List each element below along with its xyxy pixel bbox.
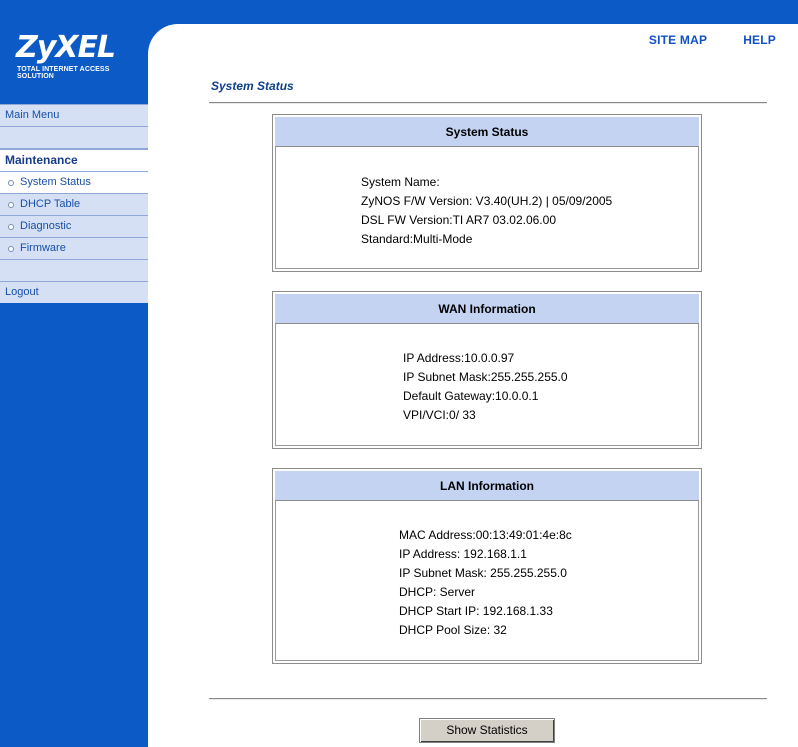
wan-gateway-line: Default Gateway:10.0.0.1 [403, 389, 539, 403]
sidebar-item-label: Main Menu [5, 109, 60, 121]
wan-vpi-vci-line: VPI/VCI:0/ 33 [403, 408, 476, 422]
lan-ip-line: IP Address: 192.168.1.1 [399, 547, 527, 561]
sidebar-item-main-menu[interactable]: Main Menu [0, 104, 148, 126]
divider [209, 698, 767, 700]
wan-subnet-line: IP Subnet Mask:255.255.255.0 [403, 370, 568, 384]
sidebar-item-label: DHCP Table [20, 198, 81, 210]
wan-information-panel: WAN Information IP Address:10.0.0.97 IP … [272, 291, 702, 449]
dsl-version-line: DSL FW Version:TI AR7 03.02.06.00 [361, 213, 556, 227]
top-bar [0, 0, 798, 24]
sidebar-section-label: Maintenance [5, 153, 78, 167]
logo-wordmark: ZyXEL [16, 30, 116, 65]
lan-subnet-line: IP Subnet Mask: 255.255.255.0 [399, 566, 567, 580]
sidebar-item-label: System Status [20, 176, 91, 188]
standard-line: Standard:Multi-Mode [361, 232, 473, 246]
show-statistics-button[interactable]: Show Statistics [419, 718, 555, 743]
divider [209, 102, 767, 104]
sidebar-item-label: Diagnostic [20, 220, 72, 232]
bullet-icon [8, 180, 14, 186]
sidebar-item-diagnostic[interactable]: Diagnostic [0, 215, 148, 237]
page-title: System Status [211, 79, 294, 93]
panel-title: WAN Information [275, 294, 699, 324]
panel-title: System Status [275, 117, 699, 147]
sidebar-spacer [0, 126, 148, 148]
logo-tagline: TOTAL INTERNET ACCESS SOLUTION [17, 66, 110, 80]
zyxel-logo: ZyXEL TOTAL INTERNET ACCESS SOLUTION [0, 24, 148, 80]
bullet-icon [8, 224, 14, 230]
lan-mac-line: MAC Address:00:13:49:01:4e:8c [399, 528, 572, 542]
sidebar-menu: Main Menu Maintenance System Status DHCP… [0, 104, 148, 303]
help-link[interactable]: HELP [743, 33, 776, 49]
sidebar-spacer [0, 259, 148, 281]
sidebar-section-maintenance: Maintenance [0, 148, 148, 171]
wan-ip-line: IP Address:10.0.0.97 [403, 351, 515, 365]
sidebar-item-logout[interactable]: Logout [0, 281, 148, 303]
sidebar-item-firmware[interactable]: Firmware [0, 237, 148, 259]
sidebar-item-label: Firmware [20, 242, 66, 254]
lan-dhcp-line: DHCP: Server [399, 585, 476, 599]
lan-dhcp-start-line: DHCP Start IP: 192.168.1.33 [399, 604, 553, 618]
sidebar-item-system-status[interactable]: System Status [0, 171, 148, 193]
bullet-icon [8, 246, 14, 252]
sidebar-item-dhcp-table[interactable]: DHCP Table [0, 193, 148, 215]
site-map-link[interactable]: SITE MAP [649, 33, 707, 49]
header-links: SITE MAP HELP [649, 33, 776, 49]
lan-information-panel: LAN Information MAC Address:00:13:49:01:… [272, 468, 702, 664]
sidebar-item-label: Logout [5, 286, 39, 298]
bullet-icon [8, 202, 14, 208]
panel-title: LAN Information [275, 471, 699, 501]
lan-dhcp-pool-line: DHCP Pool Size: 32 [399, 623, 507, 637]
system-name-line: System Name: [361, 175, 440, 189]
firmware-version-line: ZyNOS F/W Version: V3.40(UH.2) | 05/09/2… [361, 194, 613, 208]
system-status-panel: System Status System Name: ZyNOS F/W Ver… [272, 114, 702, 272]
